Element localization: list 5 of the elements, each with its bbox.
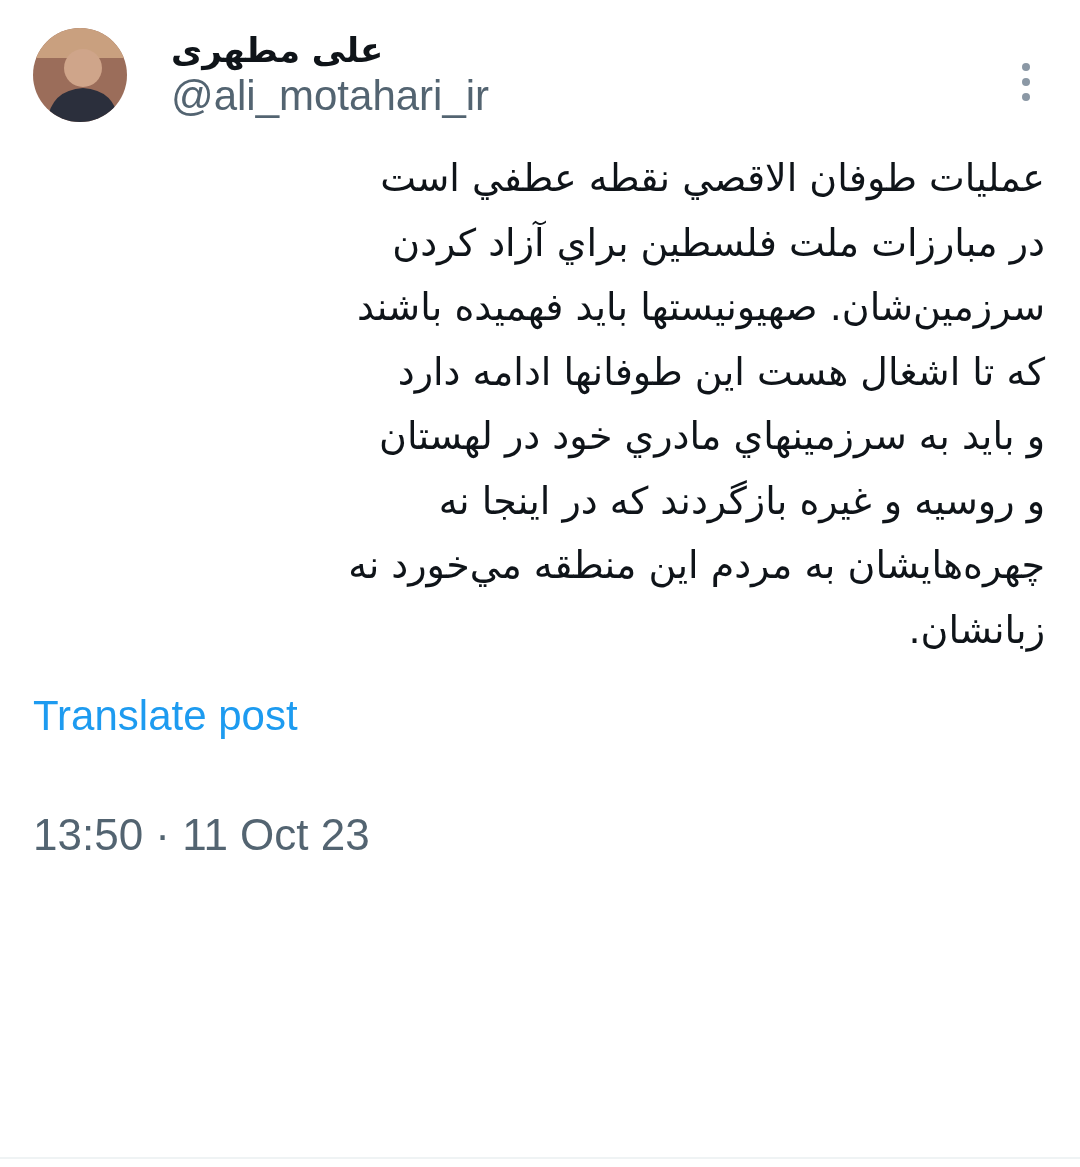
timestamp[interactable]: 13:50 · 11 Oct 23 xyxy=(33,810,370,860)
more-icon[interactable] xyxy=(1019,62,1033,102)
post-text: عمليات طوفان الاقصي نقطه عطفي است در مبارزات ملت فلسطين براي آزاد کردن سرزمين‌شان. صهيونيستها بايد فهميده باشند که تا اشغال هست اين طوفانها ادامه دارد و بايد به سرزمينهاي مادري خود در لهستان و روسيه و غيره بازگردند که در اينجا نه چهره‌هايشان به مردم اين منطقه مي‌خورد نه زبانشان. xyxy=(347,155,1045,654)
author-handle[interactable]: @ali_motahari_ir xyxy=(171,72,975,120)
author-name[interactable]: علی مطهری xyxy=(171,30,384,70)
